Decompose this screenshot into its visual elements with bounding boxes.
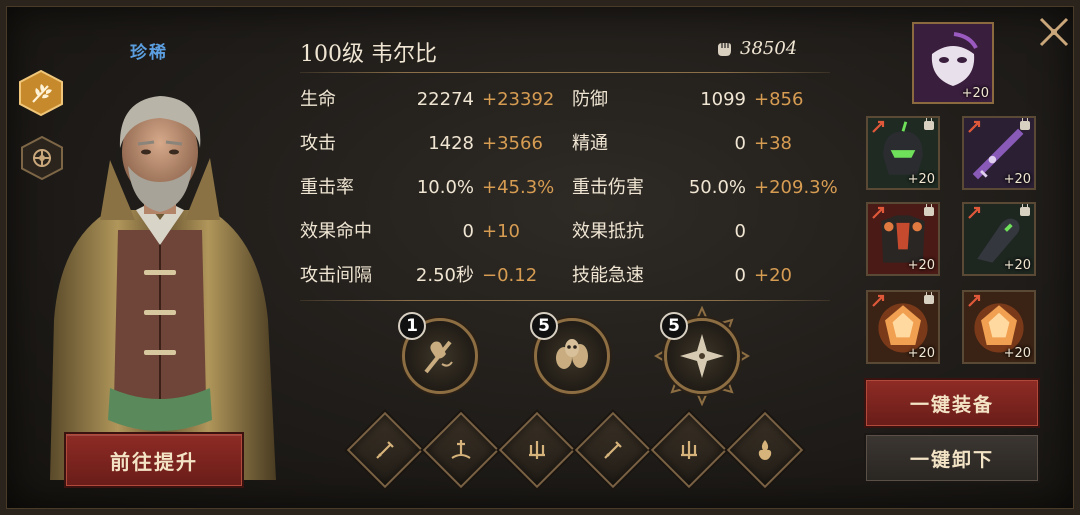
enhance-level: +20 (1003, 258, 1031, 273)
stat-label: 生命 (300, 89, 336, 110)
altar-sword-rune-icon (451, 440, 471, 459)
enhance-level: +20 (907, 258, 935, 273)
stat-label: 技能急速 (572, 265, 644, 286)
lock-icon (924, 204, 934, 216)
enhance-level: +20 (961, 86, 989, 101)
rune-slot-6[interactable] (726, 411, 804, 489)
hero-portrait (40, 70, 280, 480)
hero-detail-panel: 珍稀 前往提升 100级 韦尔比 38504 生命 22274 +23392 防… (0, 0, 1080, 515)
rune-slot-4[interactable] (574, 411, 652, 489)
stats-divider (300, 300, 830, 301)
enhance-level: +20 (1003, 172, 1031, 187)
lock-icon (924, 118, 934, 130)
stat-bonus-value: +38 (754, 133, 792, 154)
skill-slot-2[interactable]: 5 (530, 312, 610, 394)
stat-bonus-value: +856 (754, 89, 804, 110)
equip-slot-6[interactable]: +20 (962, 290, 1036, 364)
stat-base-value: 10.0% (416, 177, 474, 198)
skill-level-badge: 5 (530, 312, 558, 340)
lock-icon (924, 292, 934, 304)
stat-label: 重击伤害 (572, 177, 644, 198)
stat-bonus-value: +10 (482, 221, 520, 242)
combat-power: 38504 (714, 38, 797, 59)
stat-base-value: 1428 (428, 133, 474, 154)
equip-slot-2[interactable]: +20 (962, 116, 1036, 190)
stat-bonus-value: +209.3% (754, 177, 838, 198)
rune-slot-3[interactable] (498, 411, 576, 489)
stat-label: 攻击 (300, 133, 336, 154)
upgrade-arrow-icon (872, 294, 885, 307)
stat-bonus-value: +3566 (482, 133, 543, 154)
skill-slot-3[interactable]: 5 (654, 306, 750, 406)
skill-slot-1[interactable]: 1 (398, 312, 478, 394)
stat-bonus-value: +23392 (482, 89, 555, 110)
skill-level-badge: 1 (398, 312, 426, 340)
flame-rune-icon (758, 440, 772, 460)
stat-base-value: 22274 (416, 89, 474, 110)
trident-rune-icon (681, 441, 697, 459)
stat-base-value: 0 (734, 265, 746, 286)
rune-slot-2[interactable] (422, 411, 500, 489)
lock-icon (1020, 118, 1030, 130)
upgrade-arrow-icon (968, 120, 981, 133)
stat-bonus-value: −0.12 (482, 265, 538, 286)
stat-label: 攻击间隔 (300, 265, 372, 286)
stat-label: 精通 (572, 133, 608, 154)
stat-base-value: 50.0% (688, 177, 746, 198)
header-divider (300, 72, 830, 73)
stat-base-value: 1099 (700, 89, 746, 110)
equip-slot-3[interactable]: +20 (866, 202, 940, 276)
fist-icon (718, 42, 731, 56)
upgrade-arrow-icon (872, 206, 885, 219)
equip-all-button[interactable]: 一键装备 (866, 380, 1038, 426)
lock-icon (1020, 204, 1030, 216)
stat-base-value: 0 (462, 221, 474, 242)
upgrade-arrow-icon (968, 294, 981, 307)
stat-label: 效果命中 (300, 221, 372, 242)
equip-slot-5[interactable]: +20 (866, 290, 940, 364)
close-button[interactable] (1036, 14, 1072, 50)
equip-slot-4[interactable]: +20 (962, 202, 1036, 276)
enhance-level: +20 (907, 346, 935, 361)
enhance-level: +20 (907, 172, 935, 187)
sword-rune-icon (604, 441, 622, 459)
skill-level-badge: 5 (660, 312, 688, 340)
stat-base-value: 2.50秒 (415, 265, 474, 286)
trident-rune-icon (529, 441, 545, 459)
combat-power-value: 38504 (740, 38, 798, 59)
upgrade-arrow-icon (872, 120, 885, 133)
upgrade-arrow-icon (968, 206, 981, 219)
equip-slot-accessory[interactable]: +20 (912, 22, 994, 104)
stat-label: 防御 (572, 89, 608, 110)
rune-slot-1[interactable] (346, 411, 424, 489)
stat-bonus-value: +45.3% (482, 177, 555, 198)
sword-rune-icon (376, 441, 394, 459)
enhance-level: +20 (1003, 346, 1031, 361)
close-icon (1039, 17, 1069, 47)
stat-label: 效果抵抗 (572, 221, 644, 242)
hero-level-name: 100级 韦尔比 (300, 42, 437, 67)
go-upgrade-button[interactable]: 前往提升 (66, 434, 242, 486)
unequip-all-button[interactable]: 一键卸下 (866, 435, 1038, 481)
rune-slot-5[interactable] (650, 411, 728, 489)
stat-bonus-value: +20 (754, 265, 792, 286)
stat-label: 重击率 (300, 177, 354, 198)
stat-base-value: 0 (734, 133, 746, 154)
stat-base-value: 0 (734, 221, 746, 242)
rarity-label: 珍稀 (130, 43, 168, 63)
equip-slot-1[interactable]: +20 (866, 116, 940, 190)
